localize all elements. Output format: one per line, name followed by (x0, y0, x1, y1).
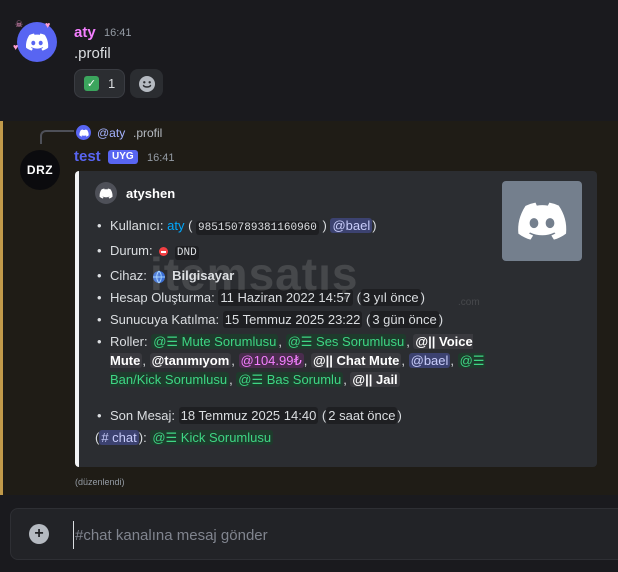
add-reaction-button[interactable] (130, 69, 163, 98)
profile-embed: atyshen Kullanıcı: aty ( 985150789381160… (75, 171, 597, 467)
user-name-link[interactable]: aty (167, 218, 184, 233)
paren: ) (372, 218, 377, 233)
heart-decoration-icon: ♥ (13, 42, 19, 52)
add-attachment-button[interactable]: + (29, 524, 49, 544)
joined-relative[interactable]: 3 gün önce (370, 311, 439, 328)
discord-logo-icon (518, 202, 567, 240)
app-badge: UYG (108, 150, 138, 164)
joined-date[interactable]: 15 Temmuz 2025 23:22 (222, 311, 363, 328)
message-input[interactable] (73, 521, 597, 549)
joined-label: Sunucuya Katılma: (110, 312, 220, 327)
line-user: Kullanıcı: aty ( 985150789381160960 ) @b… (95, 216, 487, 238)
discord-logo-icon (78, 128, 89, 137)
role-mention[interactable]: @|| Jail (350, 372, 400, 387)
discord-logo-icon (99, 188, 113, 199)
embed-author-name: atyshen (126, 186, 176, 201)
role-mention[interactable]: @☰ Kick Sorumlusu (150, 430, 274, 445)
timestamp: 16:41 (147, 152, 175, 164)
created-label: Hesap Oluşturma: (110, 290, 215, 305)
role-mention[interactable]: @104.99₺ (238, 353, 304, 368)
paren: ) (322, 218, 327, 233)
dnd-status-icon (159, 247, 169, 257)
avatar[interactable]: DRZ (20, 150, 60, 190)
line-joined: Sunucuya Katılma: 15 Temmuz 2025 23:22 (… (95, 310, 487, 329)
line-roles: Roller: @☰ Mute Sorumlusu, @☰ Ses Soruml… (95, 332, 487, 389)
roles-label: Roller: (110, 334, 148, 349)
embed-thumbnail[interactable] (502, 181, 582, 261)
skull-decoration-icon: ☠ (15, 19, 24, 29)
reaction-count: 1 (108, 76, 116, 91)
reply-avatar[interactable] (76, 125, 91, 140)
line-channel: (# chat): @☰ Kick Sorumlusu (95, 430, 274, 445)
composer-area: + (0, 495, 618, 572)
message-content: .profil (74, 45, 111, 62)
line-last-message: Son Mesaj: 18 Temmuz 2025 14:40 (2 saat … (95, 406, 487, 425)
role-mention[interactable]: @☰ Mute Sorumlusu (151, 334, 279, 349)
status-value: DND (174, 246, 199, 260)
last-message-date[interactable]: 18 Temmuz 2025 14:40 (178, 407, 319, 424)
role-mention[interactable]: @tanımıyom (149, 353, 232, 368)
message-composer: + (10, 508, 618, 560)
role-mention[interactable]: @|| Chat Mute (310, 353, 402, 368)
smiley-icon (138, 75, 155, 92)
reply-connector (40, 130, 74, 144)
channel-mention[interactable]: # chat (99, 430, 139, 445)
edited-label: (düzenlendi) (75, 477, 125, 487)
embed-description: Kullanıcı: aty ( 985150789381160960 ) @b… (95, 216, 487, 447)
check-mark-icon: ✓ (84, 76, 99, 91)
message-test-bot: @aty .profil DRZ test UYG 16:41 atyshen … (0, 121, 618, 495)
embed-author-avatar (95, 182, 117, 204)
user-mention[interactable]: @bael (330, 218, 373, 233)
line-created: Hesap Oluşturma: 11 Haziran 2022 14:57 (… (95, 288, 487, 307)
reply-mention[interactable]: @aty (97, 126, 125, 140)
author-name[interactable]: test (74, 148, 101, 165)
discord-logo-icon (26, 33, 49, 51)
line-status: Durum: DND (95, 241, 487, 263)
reply-preview-text[interactable]: .profil (133, 126, 162, 140)
last-message-relative[interactable]: 2 saat önce (326, 407, 398, 424)
message-aty: ☠ ♥ ♥ aty 16:41 .profil ✓ 1 (0, 0, 618, 110)
watermark-domain: .com (458, 297, 480, 308)
paren: ( (188, 218, 193, 233)
device-value: Bilgisayar (172, 268, 235, 283)
role-mention[interactable]: @☰ Ses Sorumlusu (285, 334, 407, 349)
role-mention[interactable]: @☰ Bas Sorumlu (236, 372, 344, 387)
device-label: Cihaz: (110, 268, 147, 283)
status-label: Durum: (110, 243, 153, 258)
reaction-check[interactable]: ✓ 1 (74, 69, 125, 98)
user-id-code: 985150789381160960 (196, 221, 319, 235)
role-mention[interactable]: @bael (408, 353, 451, 368)
timestamp: 16:41 (104, 27, 132, 39)
created-relative[interactable]: 3 yıl önce (360, 289, 421, 306)
line-device: Cihaz: Bilgisayar (95, 266, 487, 285)
author-name[interactable]: aty (74, 24, 96, 41)
user-label: Kullanıcı: (110, 218, 164, 233)
created-date[interactable]: 11 Haziran 2022 14:57 (218, 289, 353, 306)
avatar[interactable]: ☠ ♥ ♥ (13, 19, 57, 62)
globe-icon (153, 270, 166, 283)
heart-decoration-icon: ♥ (45, 20, 51, 30)
last-message-label: Son Mesaj: (110, 408, 176, 423)
